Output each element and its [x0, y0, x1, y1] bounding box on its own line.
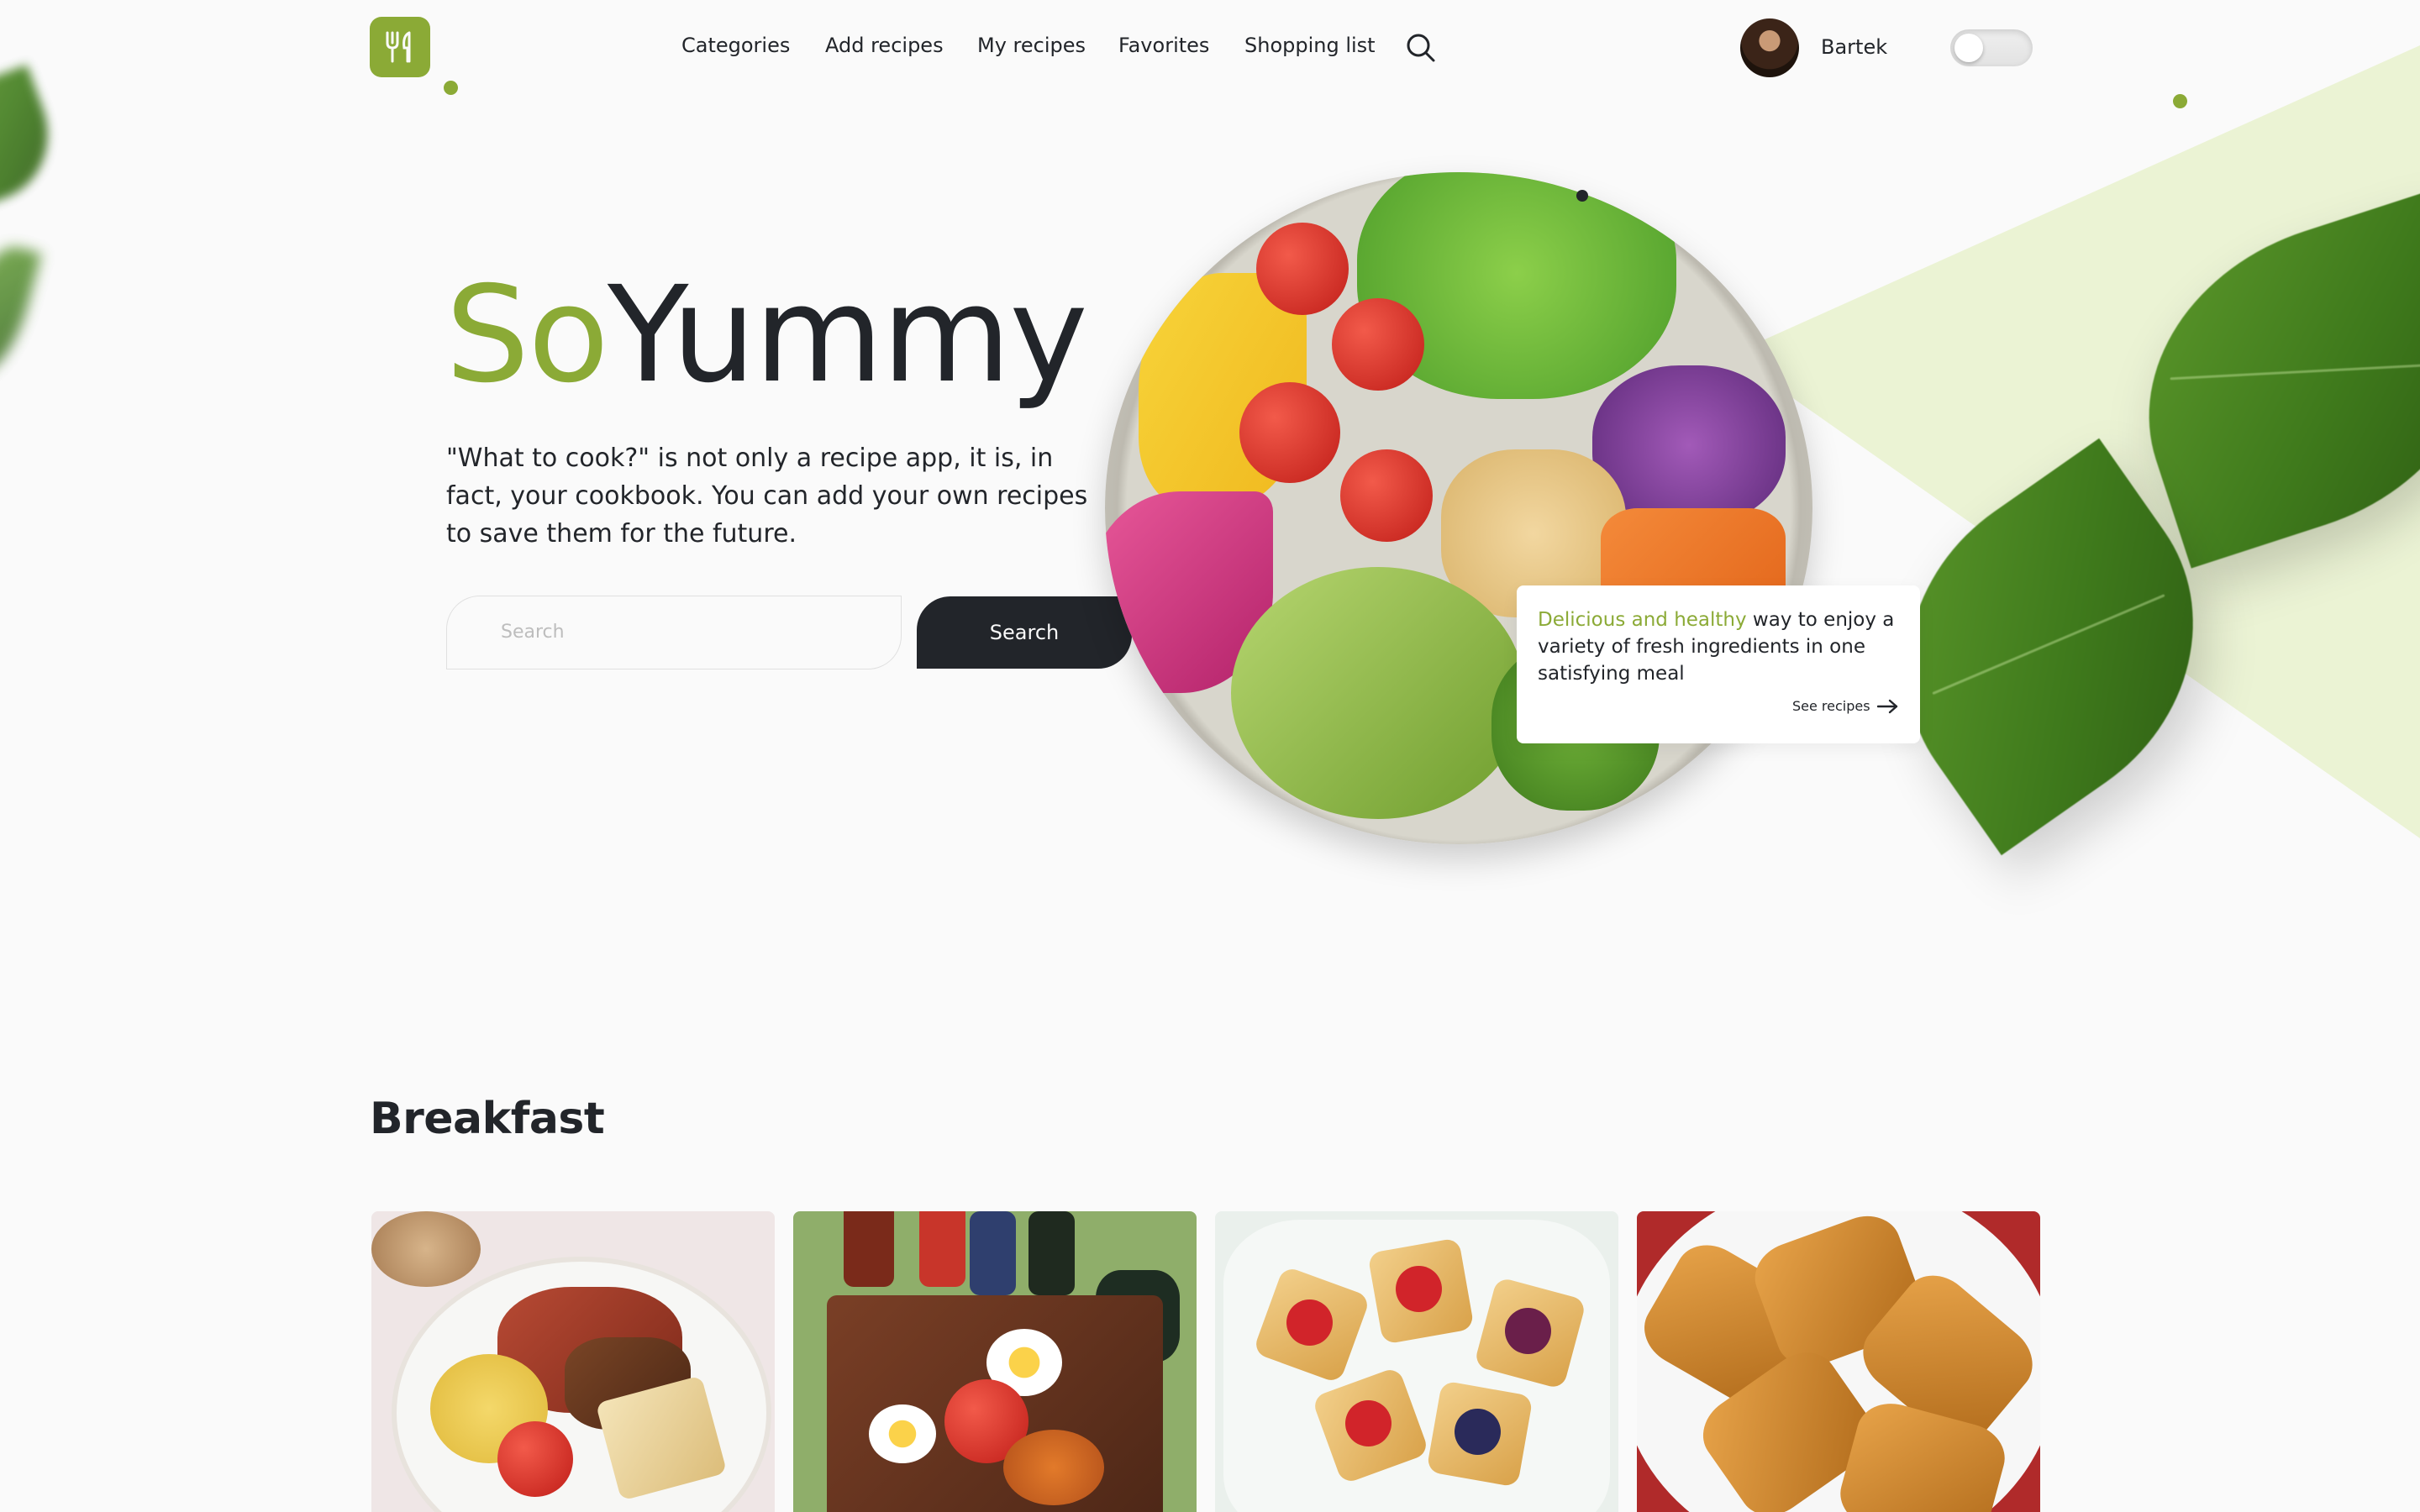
nav-add-recipes[interactable]: Add recipes: [825, 34, 944, 57]
decorative-dot: [1576, 190, 1588, 202]
toggle-knob: [1954, 34, 1983, 62]
nav-shopping-list[interactable]: Shopping list: [1244, 34, 1376, 57]
search-form: [446, 596, 902, 669]
brand-accent: So: [445, 258, 609, 412]
callout-accent-text: Delicious and healthy: [1538, 609, 1747, 631]
recipe-card-image[interactable]: [371, 1211, 775, 1512]
brand-main: Yummy: [607, 258, 1088, 412]
spinach-leaf-image: [0, 238, 42, 384]
user-avatar[interactable]: [1740, 18, 1799, 77]
decorative-dot: [444, 81, 458, 95]
logo-icon[interactable]: [370, 17, 430, 77]
decorative-dot: [2173, 94, 2187, 108]
search-icon[interactable]: [1405, 32, 1437, 64]
nav-categories[interactable]: Categories: [681, 34, 790, 57]
recipe-card-image[interactable]: [1637, 1211, 2040, 1512]
see-recipes-link[interactable]: See recipes: [1792, 698, 1899, 714]
salad-bowl-image: [1105, 172, 1812, 844]
nav-favorites[interactable]: Favorites: [1118, 34, 1209, 57]
search-button[interactable]: Search: [917, 596, 1132, 669]
search-input[interactable]: [447, 596, 884, 667]
spinach-leaf-image: [0, 64, 68, 213]
arrow-right-icon: [1876, 699, 1897, 713]
callout-text: Delicious and healthy way to enjoy a var…: [1538, 606, 1907, 687]
nav-my-recipes[interactable]: My recipes: [977, 34, 1086, 57]
recipe-card-image[interactable]: [793, 1211, 1197, 1512]
brand-title: SoYummy: [445, 269, 1088, 402]
section-title-breakfast: Breakfast: [370, 1094, 605, 1144]
hero-description: "What to cook?" is not only a recipe app…: [446, 444, 1088, 549]
callout-card: Delicious and healthy way to enjoy a var…: [1517, 585, 1920, 743]
see-recipes-label: See recipes: [1792, 698, 1870, 714]
theme-toggle[interactable]: [1950, 29, 2033, 66]
recipe-card-image[interactable]: [1215, 1211, 1618, 1512]
user-name[interactable]: Bartek: [1821, 35, 1887, 59]
